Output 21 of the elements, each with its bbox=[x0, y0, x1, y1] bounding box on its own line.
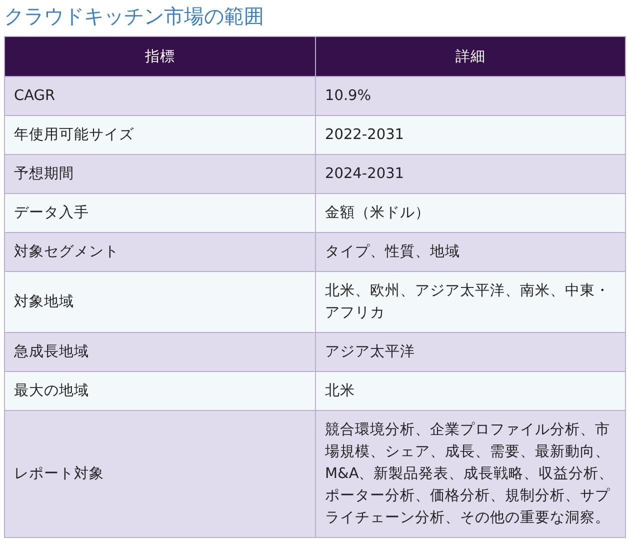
detail-cell: 2022-2031 bbox=[316, 116, 626, 154]
metric-cell: データ入手 bbox=[4, 194, 316, 232]
detail-cell: 北米、欧州、アジア太平洋、南米、中東・アフリカ bbox=[316, 272, 626, 332]
detail-cell: 北米 bbox=[316, 372, 626, 410]
detail-cell: 10.9% bbox=[316, 76, 626, 116]
metric-cell: 予想期間 bbox=[4, 154, 316, 194]
detail-cell: 競合環境分析、企業プロファイル分析、市場規模、シェア、成長、需要、最新動向、M&A、新製品発表、成長戦略、収益分析、ポーター分析、価格分析、規制分析、サプライチェーン分析、その他の重要な洞察。 bbox=[316, 410, 626, 538]
detail-cell: 2024-2031 bbox=[316, 154, 626, 194]
metric-cell: 急成長地域 bbox=[4, 332, 316, 372]
metric-cell: 対象セグメント bbox=[4, 232, 316, 272]
column-header: 指標 bbox=[4, 36, 316, 76]
page-title: クラウドキッチン市場の範囲 bbox=[3, 3, 265, 29]
metric-cell: 最大の地域 bbox=[4, 372, 316, 410]
metric-cell: 対象地域 bbox=[4, 272, 316, 332]
column-header: 詳細 bbox=[316, 36, 626, 76]
detail-cell: タイプ、性質、地域 bbox=[316, 232, 626, 272]
metric-cell: CAGR bbox=[4, 76, 316, 116]
metric-cell: 年使用可能サイズ bbox=[4, 116, 316, 154]
metric-cell: レポート対象 bbox=[4, 410, 316, 538]
detail-cell: アジア太平洋 bbox=[316, 332, 626, 372]
detail-cell: 金額（米ドル） bbox=[316, 194, 626, 232]
